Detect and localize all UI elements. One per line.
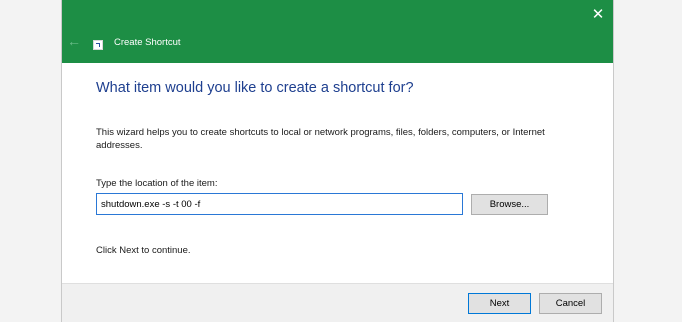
- desktop-background-left: [0, 0, 61, 322]
- cancel-button[interactable]: Cancel: [539, 293, 602, 314]
- create-shortcut-dialog: ← Create Shortcut ✕ What item would you …: [61, 0, 614, 322]
- desktop-background-right: [614, 0, 682, 322]
- shortcut-app-icon: [93, 40, 103, 50]
- location-label: Type the location of the item:: [96, 178, 218, 189]
- next-button[interactable]: Next: [468, 293, 531, 314]
- title-bar: ← Create Shortcut ✕: [62, 0, 613, 63]
- back-arrow-icon[interactable]: ←: [67, 34, 81, 48]
- wizard-heading: What item would you like to create a sho…: [96, 80, 414, 96]
- browse-button[interactable]: Browse...: [471, 194, 548, 215]
- window-title: Create Shortcut: [114, 37, 181, 48]
- continue-hint: Click Next to continue.: [96, 245, 191, 256]
- wizard-description: This wizard helps you to create shortcut…: [96, 127, 545, 151]
- location-input[interactable]: [96, 193, 463, 215]
- dialog-footer: Next Cancel: [62, 283, 613, 322]
- close-icon[interactable]: ✕: [584, 4, 612, 28]
